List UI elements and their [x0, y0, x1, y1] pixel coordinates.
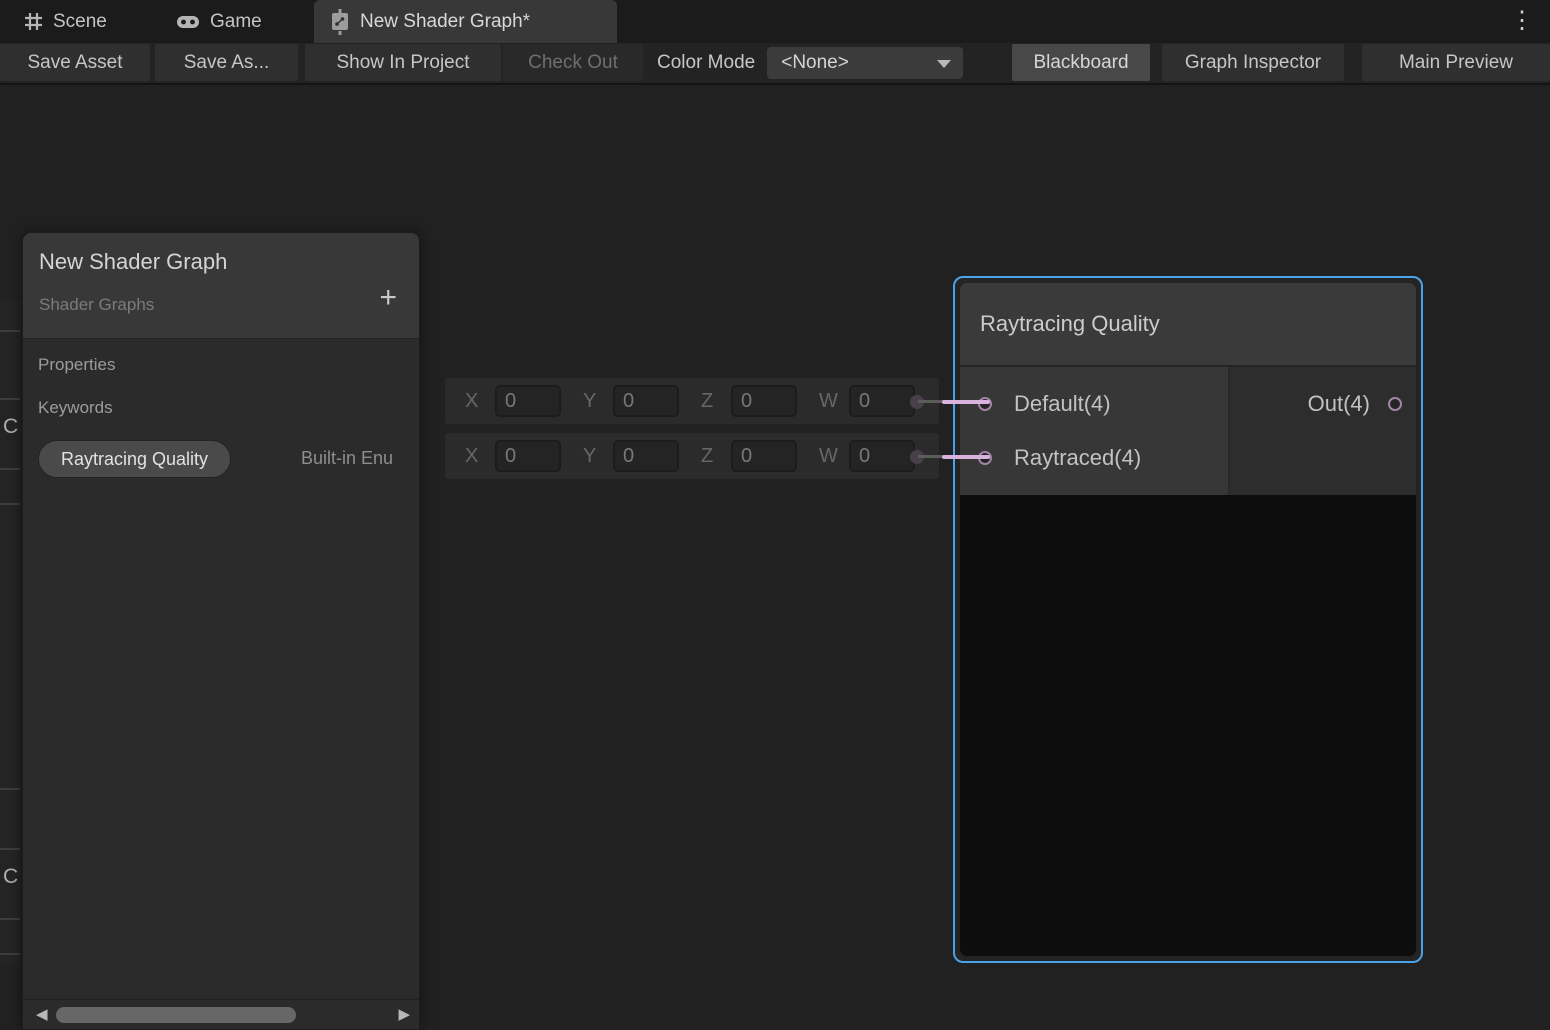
z-field[interactable]: 0: [731, 385, 797, 417]
shader-graph-icon: [330, 9, 350, 35]
kebab-menu-icon[interactable]: ⋮: [1508, 4, 1536, 38]
scene-grid-icon: [24, 12, 43, 31]
x-field[interactable]: 0: [495, 440, 561, 472]
check-out-button: Check Out: [503, 44, 643, 81]
blackboard-toggle-button[interactable]: Blackboard: [1012, 44, 1150, 81]
scroll-left-arrow-icon[interactable]: ◀: [36, 1005, 48, 1023]
output-port-row: Out(4): [1229, 377, 1416, 431]
w-label: W: [819, 390, 849, 413]
w-label: W: [819, 445, 849, 468]
connection-edge: [942, 400, 990, 404]
blackboard-subtitle: Shader Graphs: [39, 295, 154, 315]
hidden-node-text: C: [3, 865, 20, 889]
color-mode-label: Color Mode: [657, 43, 755, 83]
raytracing-quality-node[interactable]: Raytracing Quality Default(4) Raytraced(…: [953, 276, 1423, 963]
tab-new-shader-graph-label: New Shader Graph*: [360, 11, 530, 33]
tab-game-label: Game: [210, 11, 262, 33]
input-port-label: Default(4): [1014, 391, 1111, 417]
x-label: X: [465, 390, 495, 413]
unity-shader-graph-window: Scene Game New Shader Graph* ⋮ Save Asse…: [0, 0, 1550, 1030]
tab-game[interactable]: Game: [158, 0, 288, 43]
tab-new-shader-graph[interactable]: New Shader Graph*: [314, 0, 617, 43]
node-output-column: Out(4): [1228, 367, 1416, 495]
blackboard-header: New Shader Graph Shader Graphs +: [23, 233, 419, 339]
hidden-node-text: C: [3, 415, 20, 439]
blackboard-panel: New Shader Graph Shader Graphs + Propert…: [22, 232, 420, 1030]
z-label: Z: [701, 390, 731, 413]
blackboard-horizontal-scrollbar: ◀ ▶: [23, 999, 419, 1029]
node-input-column: Default(4) Raytraced(4): [960, 367, 1228, 495]
add-property-button[interactable]: +: [379, 283, 397, 313]
graph-inspector-toggle-button[interactable]: Graph Inspector: [1162, 44, 1344, 81]
y-field[interactable]: 0: [613, 385, 679, 417]
main-preview-toggle-button[interactable]: Main Preview: [1362, 44, 1550, 81]
input-port-row-default: Default(4): [960, 377, 1228, 431]
input-port-label: Raytraced(4): [1014, 445, 1141, 471]
save-asset-button[interactable]: Save Asset: [0, 44, 150, 81]
gamepad-icon: [176, 14, 200, 30]
y-label: Y: [583, 390, 613, 413]
blackboard-title: New Shader Graph: [39, 249, 227, 275]
output-port-icon[interactable]: [1388, 397, 1402, 411]
node-port-area: Default(4) Raytraced(4) Out(4): [960, 367, 1416, 495]
z-label: Z: [701, 445, 731, 468]
scrollbar-thumb[interactable]: [56, 1007, 296, 1023]
node-title: Raytracing Quality: [960, 283, 1416, 365]
y-field[interactable]: 0: [613, 440, 679, 472]
section-properties[interactable]: Properties: [38, 355, 419, 375]
tab-scene-label: Scene: [53, 11, 107, 33]
w-field[interactable]: 0: [849, 385, 915, 417]
color-mode-dropdown[interactable]: <None>: [767, 47, 963, 79]
raytracing-quality-field-pill[interactable]: Raytracing Quality: [38, 440, 231, 478]
y-label: Y: [583, 445, 613, 468]
dropdown-arrow-icon: [937, 60, 951, 68]
blackboard-field-row: Raytracing Quality Built-in Enu: [23, 440, 419, 480]
field-type-label: Built-in Enu: [301, 448, 393, 469]
graph-canvas[interactable]: C C New Shader Graph Shader Graphs + Pro…: [0, 85, 1550, 1030]
show-in-project-button[interactable]: Show In Project: [305, 44, 501, 81]
vector4-input-row: X0 Y0 Z0 W0: [445, 378, 939, 424]
node-preview: [960, 495, 1416, 956]
vector4-input-row: X0 Y0 Z0 W0: [445, 433, 939, 479]
w-field[interactable]: 0: [849, 440, 915, 472]
input-port-row-raytraced: Raytraced(4): [960, 431, 1228, 485]
toolbar-spacer: [963, 43, 1012, 83]
z-field[interactable]: 0: [731, 440, 797, 472]
color-mode-value: <None>: [781, 52, 849, 74]
scroll-right-arrow-icon[interactable]: ▶: [398, 1005, 410, 1023]
x-label: X: [465, 445, 495, 468]
section-keywords[interactable]: Keywords: [38, 398, 419, 418]
tab-bar: Scene Game New Shader Graph* ⋮: [0, 0, 1550, 43]
shader-graph-toolbar: Save Asset Save As... Show In Project Ch…: [0, 43, 1550, 85]
x-field[interactable]: 0: [495, 385, 561, 417]
tab-scene[interactable]: Scene: [0, 0, 150, 43]
save-as-button[interactable]: Save As...: [155, 44, 298, 81]
output-port-label: Out(4): [1308, 391, 1370, 417]
connection-edge: [942, 455, 990, 459]
